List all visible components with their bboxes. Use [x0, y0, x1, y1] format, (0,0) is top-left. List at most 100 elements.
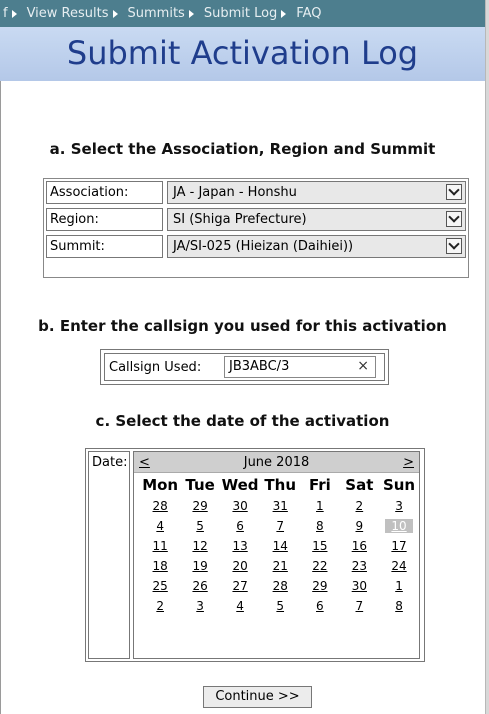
calendar-day-link[interactable]: 13 [226, 539, 253, 553]
calendar-day-link[interactable]: 2 [150, 599, 170, 613]
calendar-day-link[interactable]: 2 [350, 499, 370, 513]
calendar-day-cell: 13 [220, 536, 260, 556]
calendar-day-cell: 5 [260, 596, 300, 616]
calendar-day-cell: 28 [260, 576, 300, 596]
calendar-day-link[interactable]: 28 [267, 579, 294, 593]
calendar-day-cell: 18 [140, 556, 180, 576]
region-row: Region: SI (Shiga Prefecture) [46, 208, 466, 231]
callsign-value: JB3ABC/3 [229, 359, 290, 374]
section-b-heading: b. Enter the callsign you used for this … [38, 317, 447, 335]
prev-month-link[interactable]: < [139, 455, 150, 470]
calendar-day-link[interactable]: 1 [389, 579, 409, 593]
summit-select[interactable]: JA/SI-025 (Hieizan (Daihiei)) [167, 235, 466, 258]
calendar-day-cell: 1 [379, 576, 419, 596]
chevron-down-icon[interactable] [446, 211, 462, 227]
summit-select-table: Association: JA - Japan - Honshu Region:… [43, 178, 469, 278]
association-value: JA - Japan - Honshu [173, 185, 297, 200]
calendar-day-cell: 20 [220, 556, 260, 576]
calendar-day-link[interactable]: 3 [190, 599, 210, 613]
chevron-down-icon[interactable] [446, 184, 462, 200]
calendar-day-link[interactable]: 7 [350, 599, 370, 613]
summit-value: JA/SI-025 (Hieizan (Daihiei)) [173, 239, 354, 254]
calendar-day-link[interactable]: 8 [310, 519, 330, 533]
section-a-heading: a. Select the Association, Region and Su… [49, 140, 436, 158]
calendar-day-cell: 14 [260, 536, 300, 556]
calendar-day-cell: 9 [340, 516, 379, 536]
calendar-month: June 2018 [243, 454, 310, 470]
continue-button[interactable]: Continue >> [203, 686, 312, 708]
calendar-day-cell: 2 [340, 496, 379, 516]
callsign-input[interactable]: JB3ABC/3 × [224, 356, 376, 378]
calendar-day-cell: 27 [220, 576, 260, 596]
calendar-week-row: 18 19 20 21 22 23 24 [140, 556, 419, 576]
calendar-day-cell: 10 [379, 516, 419, 536]
calendar-day-link[interactable]: 7 [270, 519, 290, 533]
scrollbar-edge[interactable] [485, 0, 489, 714]
nav-item-submit-log[interactable]: Submit Log [204, 6, 287, 21]
callsign-label: Callsign Used: [109, 359, 202, 375]
calendar-day-link[interactable]: 18 [147, 559, 174, 573]
calendar-day-link[interactable]: 12 [186, 539, 213, 553]
calendar-day-link[interactable]: 24 [385, 559, 412, 573]
nav-label: View Results [26, 6, 109, 21]
weekday-header: Thu [264, 476, 297, 494]
calendar-day-cell: 4 [220, 596, 260, 616]
calendar-day-link[interactable]: 26 [186, 579, 213, 593]
calendar-day-link[interactable]: 29 [306, 579, 333, 593]
region-select[interactable]: SI (Shiga Prefecture) [167, 208, 466, 231]
nav-item-f[interactable]: f [3, 6, 17, 21]
calendar-week-row: 2 3 4 5 6 7 8 [140, 596, 419, 616]
window-edge-left [0, 0, 1, 714]
calendar-header: < June 2018 > [134, 452, 419, 473]
calendar-day-link[interactable]: 19 [186, 559, 213, 573]
calendar-day-link[interactable]: 27 [226, 579, 253, 593]
calendar-day-link[interactable]: 31 [267, 499, 294, 513]
calendar-day-link[interactable]: 25 [147, 579, 174, 593]
calendar-day-link[interactable]: 14 [267, 539, 294, 553]
nav-item-summits[interactable]: Summits [128, 6, 194, 21]
calendar-day-link[interactable]: 6 [230, 519, 250, 533]
clear-icon[interactable]: × [357, 358, 369, 374]
association-select[interactable]: JA - Japan - Honshu [167, 181, 466, 204]
nav-item-view-results[interactable]: View Results [27, 6, 118, 21]
calendar: < June 2018 > Mon Tue Wed Thu Fri Sat Sun 28 29… [133, 451, 420, 659]
calendar-day-cell: 5 [180, 516, 220, 536]
calendar-day-link[interactable]: 5 [190, 519, 210, 533]
nav-item-faq[interactable]: FAQ [296, 6, 321, 21]
calendar-day-link[interactable]: 3 [389, 499, 409, 513]
nav-arrow-icon [281, 9, 287, 18]
summit-label: Summit: [46, 235, 163, 258]
calendar-day-link[interactable]: 30 [226, 499, 253, 513]
calendar-day-link[interactable]: 4 [150, 519, 170, 533]
calendar-day-link[interactable]: 16 [346, 539, 373, 553]
calendar-day-link[interactable]: 4 [230, 599, 250, 613]
association-row: Association: JA - Japan - Honshu [46, 181, 466, 204]
nav-arrow-icon [188, 9, 194, 18]
calendar-day-cell: 6 [300, 596, 339, 616]
calendar-day-link[interactable]: 15 [306, 539, 333, 553]
callsign-box: Callsign Used: JB3ABC/3 × [100, 349, 389, 385]
calendar-day-link[interactable]: 17 [385, 539, 412, 553]
calendar-day-link[interactable]: 21 [267, 559, 294, 573]
calendar-day-cell: 4 [140, 516, 180, 536]
weekday-header: Sat [345, 476, 374, 494]
calendar-day-link[interactable]: 29 [186, 499, 213, 513]
calendar-day-link[interactable]: 20 [226, 559, 253, 573]
next-month-link[interactable]: > [403, 455, 414, 470]
calendar-day-link[interactable]: 28 [147, 499, 174, 513]
chevron-down-icon[interactable] [446, 238, 462, 254]
calendar-day-cell: 7 [260, 516, 300, 536]
calendar-day-link[interactable]: 1 [310, 499, 330, 513]
calendar-day-link[interactable]: 22 [306, 559, 333, 573]
calendar-day-link[interactable]: 5 [270, 599, 290, 613]
calendar-day-cell: 12 [180, 536, 220, 556]
calendar-day-link[interactable]: 10 [385, 519, 413, 533]
calendar-day-link[interactable]: 11 [147, 539, 174, 553]
calendar-day-link[interactable]: 9 [350, 519, 370, 533]
calendar-day-link[interactable]: 8 [389, 599, 409, 613]
calendar-day-cell: 19 [180, 556, 220, 576]
calendar-day-link[interactable]: 23 [346, 559, 373, 573]
calendar-day-link[interactable]: 6 [310, 599, 330, 613]
calendar-day-cell: 2 [140, 596, 180, 616]
calendar-day-link[interactable]: 30 [346, 579, 373, 593]
